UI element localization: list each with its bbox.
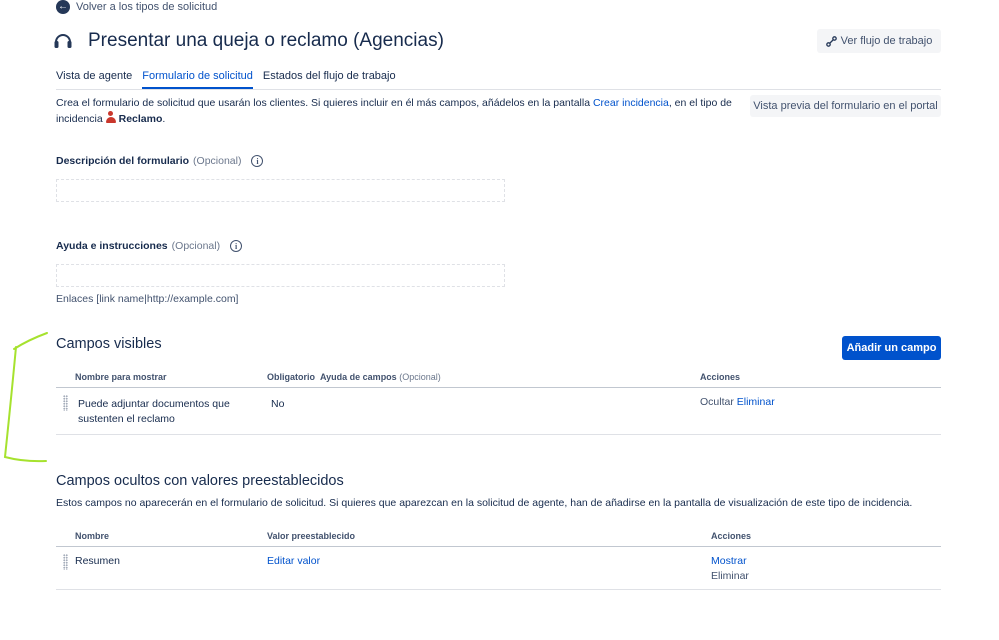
info-icon[interactable]: i	[251, 155, 264, 167]
tab-agent-view[interactable]: Vista de agente	[56, 70, 132, 89]
help-label-text: Ayuda e instrucciones	[56, 240, 168, 252]
page-header: Presentar una queja o reclamo (Agencias)	[52, 30, 444, 52]
description-label: Descripción del formulario (Opcional) i	[56, 155, 264, 167]
table-header-divider	[56, 387, 941, 388]
visible-field-name-line1: Puede adjuntar documentos que	[78, 398, 230, 410]
description-label-text: Descripción del formulario	[56, 155, 190, 167]
hidden-field-name: Resumen	[75, 555, 120, 567]
tab-bar: Vista de agente Formulario de solicitud …	[56, 70, 396, 89]
visible-field-actions: Ocultar Eliminar	[700, 395, 775, 410]
column-name: Nombre	[75, 531, 110, 541]
description-input[interactable]	[56, 179, 505, 202]
edit-value-link[interactable]: Editar valor	[267, 554, 320, 569]
person-icon	[105, 111, 116, 123]
visible-fields-title: Campos visibles	[56, 336, 162, 352]
headset-icon	[54, 34, 72, 48]
delete-field-link[interactable]: Eliminar	[737, 396, 775, 408]
description-optional: (Opcional)	[193, 155, 242, 167]
tab-workflow-states[interactable]: Estados del flujo de trabajo	[263, 70, 396, 89]
intro-text-start: Crea el formulario de solicitud que usar…	[56, 97, 593, 109]
visible-field-name: Puede adjuntar documentos que sustenten …	[78, 397, 230, 427]
info-icon[interactable]: i	[230, 240, 243, 252]
annotation-bracket	[3, 332, 48, 463]
view-workflow-label: Ver flujo de trabajo	[840, 35, 933, 47]
portal-preview-button[interactable]: Vista previa del formulario en el portal	[750, 95, 941, 117]
visible-field-name-line2: sustenten el reclamo	[78, 413, 175, 425]
create-issue-link[interactable]: Crear incidencia	[593, 97, 669, 109]
issue-type-name: Reclamo	[118, 113, 163, 125]
drag-handle-icon[interactable]	[63, 554, 68, 570]
column-field-help: Ayuda de campos (Opcional)	[320, 372, 441, 382]
intro-text-end: .	[162, 113, 166, 125]
delete-hidden-field-button[interactable]: Eliminar	[711, 569, 749, 584]
back-link-label: Volver a los tipos de solicitud	[76, 1, 218, 13]
workflow-icon	[825, 35, 837, 47]
tab-request-form[interactable]: Formulario de solicitud	[142, 70, 253, 89]
column-preset-value: Valor preestablecido	[267, 531, 356, 541]
help-optional: (Opcional)	[171, 240, 221, 252]
view-workflow-button[interactable]: Ver flujo de trabajo	[817, 29, 941, 53]
table-header-divider	[56, 546, 941, 547]
tabs-divider	[56, 89, 941, 90]
hidden-fields-description: Estos campos no aparecerán en el formula…	[56, 497, 913, 509]
hidden-fields-title: Campos ocultos con valores preestablecid…	[56, 473, 344, 489]
column-required: Obligatorio	[267, 372, 315, 382]
show-field-link[interactable]: Mostrar	[711, 554, 747, 569]
column-hidden-actions: Acciones	[711, 531, 752, 541]
links-hint: Enlaces [link name|http://example.com]	[56, 293, 239, 305]
hide-field-button[interactable]: Ocultar	[700, 396, 734, 408]
help-label: Ayuda e instrucciones (Opcional) i	[56, 240, 243, 252]
add-field-button[interactable]: Añadir un campo	[842, 336, 941, 360]
page-title: Presentar una queja o reclamo (Agencias)	[88, 30, 444, 51]
drag-handle-icon[interactable]	[63, 395, 68, 411]
arrow-left-circle-icon: ←	[56, 0, 70, 14]
visible-field-required: No	[271, 398, 285, 410]
intro-text: Crea el formulario de solicitud que usar…	[56, 95, 736, 127]
table-row-divider	[56, 434, 941, 435]
back-link[interactable]: ← Volver a los tipos de solicitud	[56, 0, 217, 14]
column-actions: Acciones	[700, 372, 741, 382]
table-row-divider	[56, 589, 941, 590]
column-display-name: Nombre para mostrar	[75, 372, 167, 382]
column-field-help-label: Ayuda de campos	[320, 372, 397, 382]
help-input[interactable]	[56, 264, 505, 287]
column-field-help-optional: (Opcional)	[399, 372, 441, 382]
